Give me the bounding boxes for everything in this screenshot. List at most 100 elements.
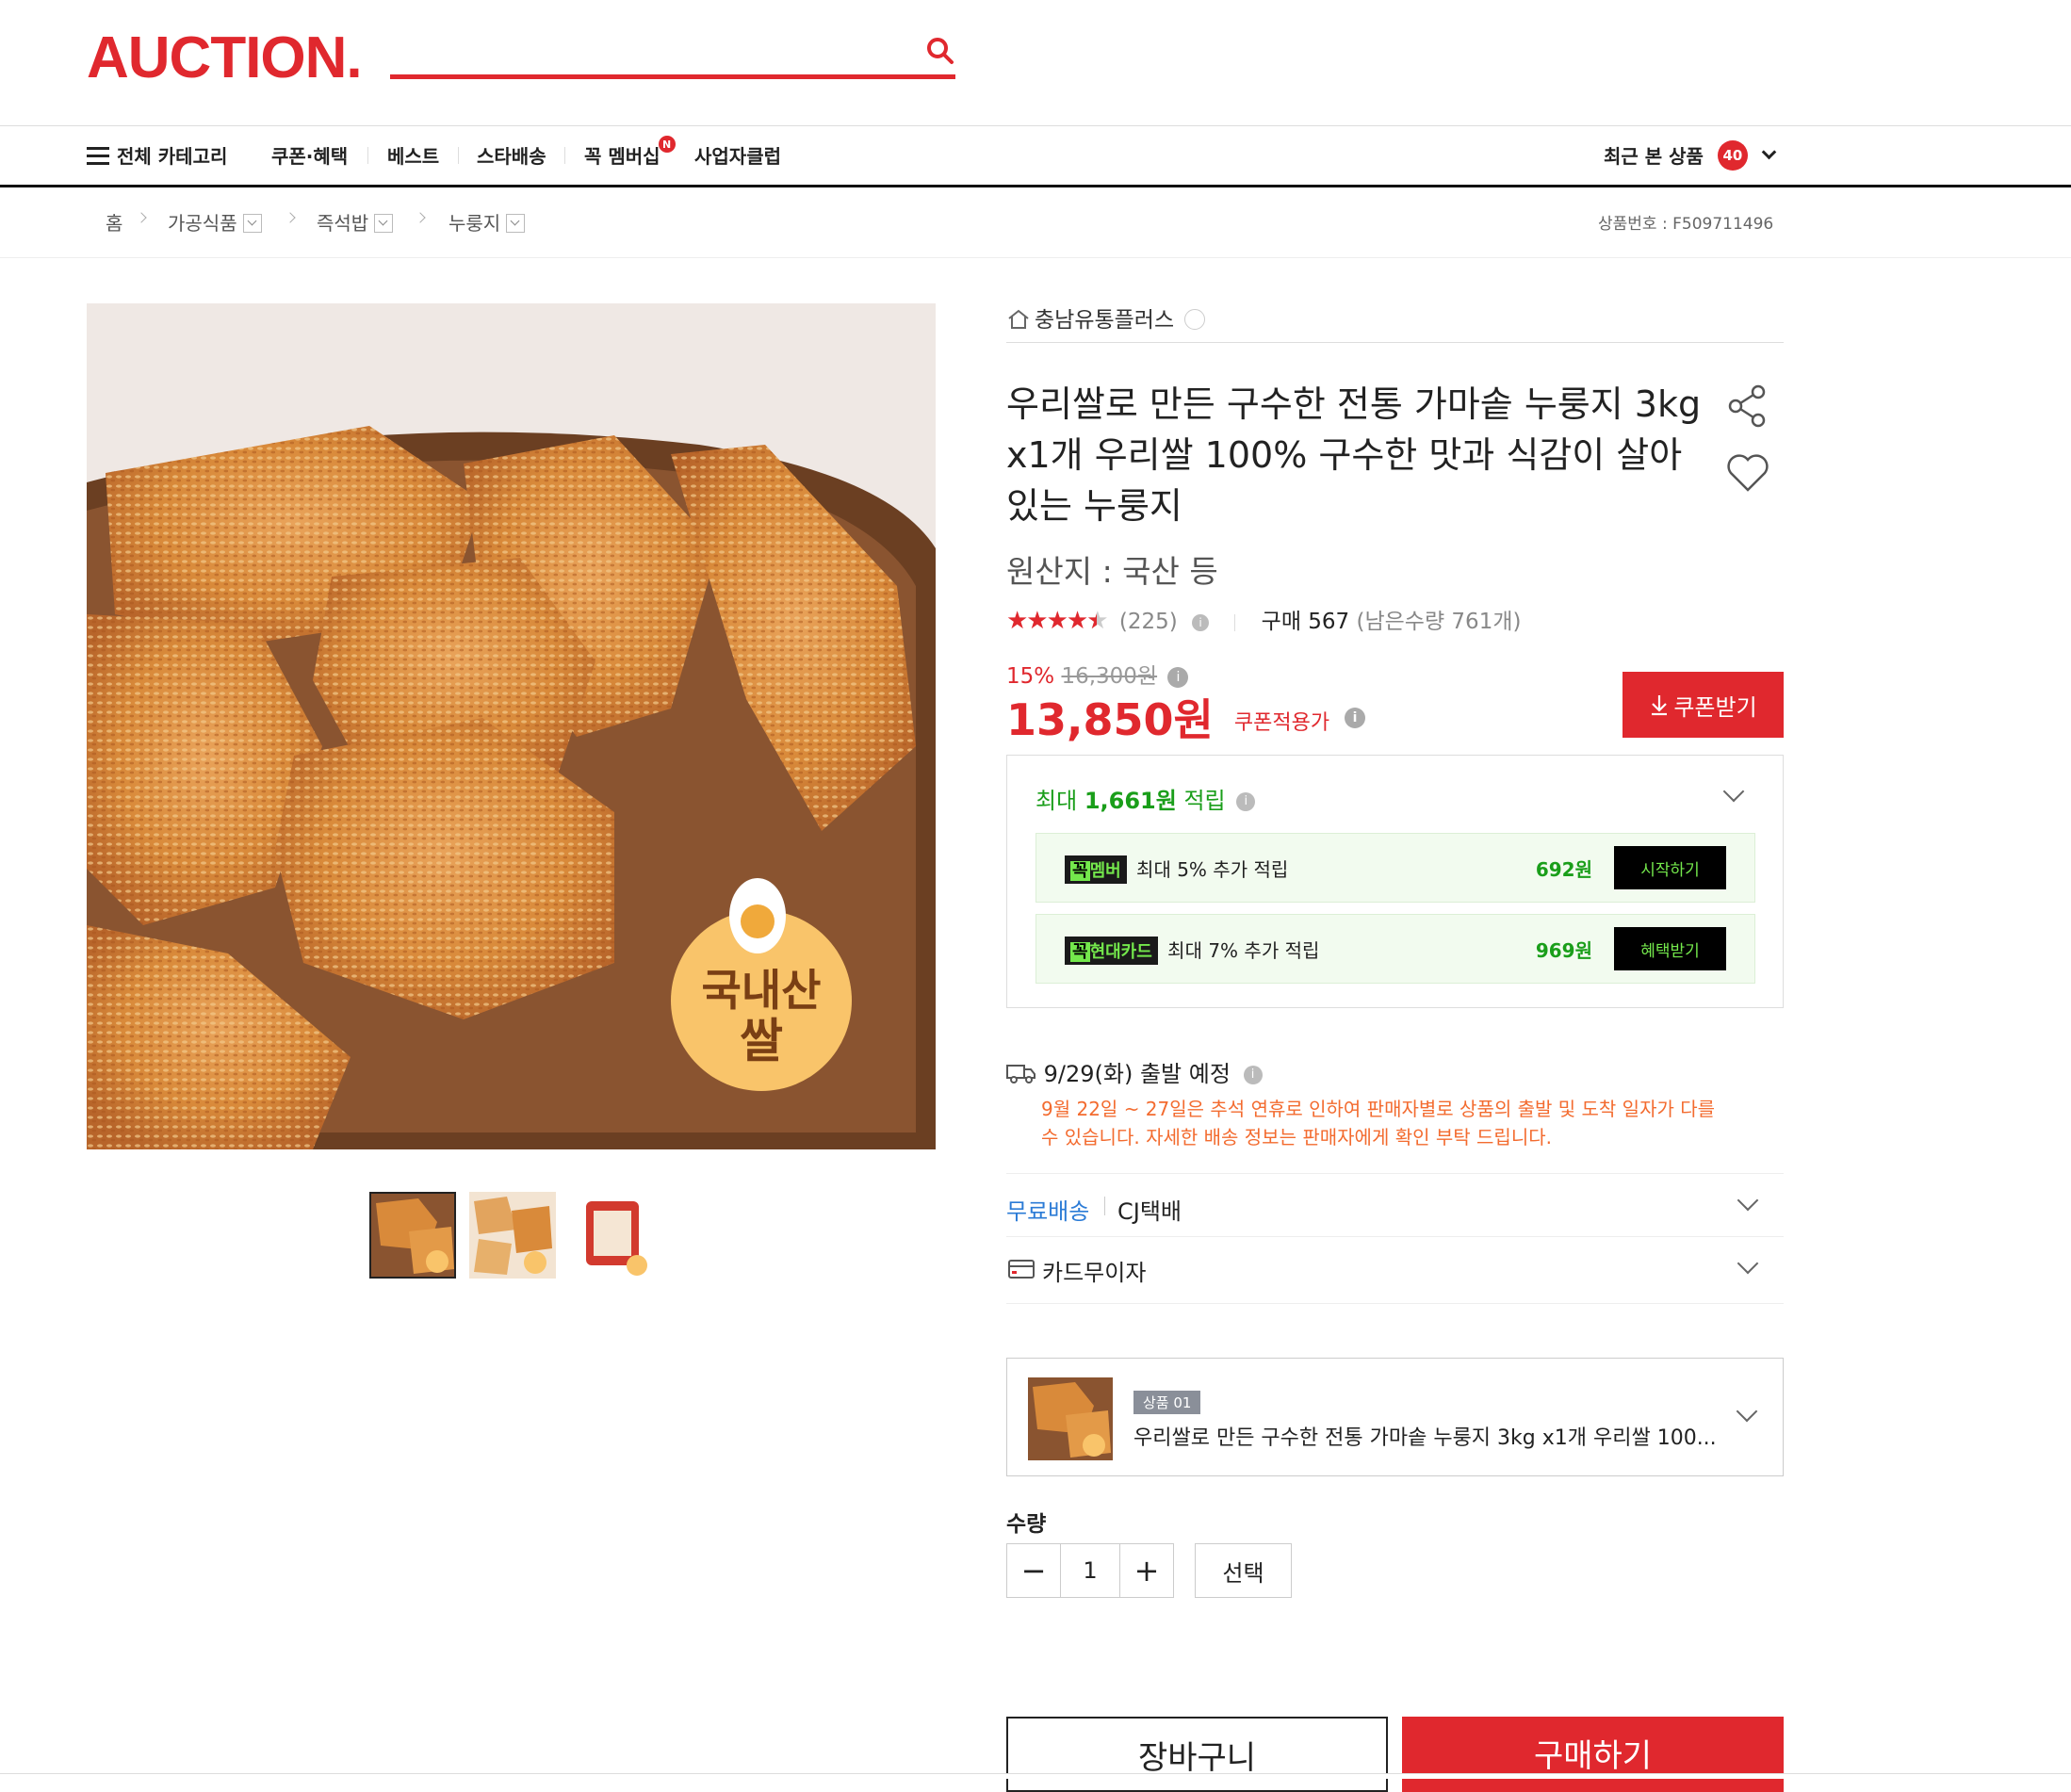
all-category-menu[interactable]: 전체 카테고리: [87, 141, 227, 169]
chevron-right-icon: [1184, 308, 1206, 330]
nav-best[interactable]: 베스트: [387, 141, 439, 169]
chevron-down-icon[interactable]: [1722, 780, 1745, 803]
option-tag: 상품 01: [1133, 1391, 1201, 1414]
recent-products[interactable]: 최근 본 상품 40: [1604, 139, 1777, 173]
thumbnail-3[interactable]: [569, 1192, 656, 1279]
star-rating[interactable]: ★★★★★★: [1006, 607, 1109, 635]
header: AUCTION.: [0, 0, 2071, 125]
max-reward-row[interactable]: 최대 1,661원 적립 i: [1036, 782, 1256, 815]
recent-products-label: 최근 본 상품: [1604, 145, 1704, 168]
benefit-badge: 꼭 멤버: [1065, 855, 1127, 884]
review-count[interactable]: (225): [1119, 610, 1178, 634]
hamburger-icon: [87, 146, 109, 165]
benefit-amount: 969원: [1535, 939, 1592, 962]
quantity-label: 수량: [1006, 1512, 1047, 1537]
start-membership-button[interactable]: 시작하기: [1614, 846, 1726, 889]
thumbnail-1[interactable]: [369, 1192, 456, 1279]
shipping-info-row[interactable]: 무료배송 CJ택배: [1006, 1173, 1784, 1235]
benefit-membership: 꼭 멤버 최대 5% 추가 적립 692원 시작하기: [1036, 833, 1755, 903]
info-icon[interactable]: i: [1192, 613, 1210, 631]
chevron-right-icon: [415, 212, 426, 223]
option-name: 우리쌀로 만든 구수한 전통 가마솥 누룽지 3kg x1개 우리쌀 100..…: [1133, 1426, 1717, 1450]
search-icon[interactable]: [925, 36, 955, 66]
chevron-down-icon: [1736, 1400, 1758, 1423]
card-installment-row[interactable]: 카드무이자: [1006, 1236, 1784, 1304]
chevron-right-icon: [136, 212, 147, 223]
share-icon[interactable]: [1726, 384, 1769, 432]
sale-price-row: 13,850원 쿠폰적용가 i: [1006, 686, 1366, 748]
holiday-notice: 9월 22일 ~ 27일은 추석 연휴로 인하여 판매자별로 상품의 출발 및 …: [1041, 1098, 1716, 1149]
max-label: 최대: [1036, 788, 1078, 814]
global-nav: 전체 카테고리 쿠폰·혜택 베스트 스타배송 꼭 멤버십 N 사업자클럽 최근 …: [0, 125, 2071, 187]
home-icon: [1008, 309, 1029, 329]
new-badge: N: [658, 136, 676, 153]
info-icon[interactable]: i: [1167, 666, 1189, 688]
breadcrumb-label: 가공식품: [168, 212, 237, 235]
carrier-label: CJ택배: [1117, 1198, 1182, 1225]
truck-icon: [1006, 1065, 1036, 1083]
all-category-label: 전체 카테고리: [117, 145, 228, 168]
dropdown-icon[interactable]: [374, 213, 394, 233]
reward-box: 최대 1,661원 적립 i 꼭 멤버 최대 5% 추가 적립 692원 시작하기…: [1006, 755, 1784, 1008]
nav-coupon[interactable]: 쿠폰·혜택: [271, 141, 348, 169]
max-suffix: 적립: [1183, 788, 1226, 814]
quantity-decrease-button[interactable]: −: [1006, 1543, 1061, 1598]
select-button[interactable]: 선택: [1195, 1543, 1292, 1598]
quantity-increase-button[interactable]: +: [1119, 1543, 1174, 1598]
thumbnail-image: [469, 1192, 556, 1279]
download-icon: [1652, 695, 1668, 716]
get-benefit-button[interactable]: 혜택받기: [1614, 927, 1726, 970]
info-icon[interactable]: i: [1236, 792, 1256, 811]
breadcrumb: 홈 가공식품 즉석밥 누룽지 상품번호 : F509711496: [0, 187, 2071, 258]
product-title: 우리쌀로 만든 구수한 전통 가마솥 누룽지 3kg x1개 우리쌀 100% …: [1006, 383, 1702, 527]
breadcrumb-item-instant-rice[interactable]: 즉석밥: [317, 208, 394, 236]
benefit-text: 최대 5% 추가 적립: [1136, 858, 1289, 881]
sale-price: 13,850원: [1006, 694, 1214, 745]
dropdown-icon[interactable]: [506, 213, 526, 233]
add-to-cart-button[interactable]: 장바구니: [1006, 1717, 1388, 1792]
chevron-down-icon[interactable]: [1737, 1252, 1759, 1275]
nav-membership[interactable]: 꼭 멤버십 N: [584, 136, 676, 169]
card-installment-label: 카드무이자: [1042, 1260, 1147, 1286]
discount-row: 15% 16,300원 i: [1006, 658, 1189, 690]
main-product-image: 국내산 쌀: [87, 303, 936, 1149]
seller-link[interactable]: 충남유통플러스: [1006, 301, 1206, 334]
nav-membership-label: 꼭 멤버십: [584, 145, 660, 168]
breadcrumb-label: 즉석밥: [317, 212, 369, 235]
buy-now-button[interactable]: 구매하기: [1402, 1717, 1784, 1792]
product-number: 상품번호 : F509711496: [1598, 215, 1774, 234]
benefit-amount: 692원: [1535, 858, 1592, 881]
quantity-input[interactable]: 1: [1060, 1543, 1120, 1598]
svg-text:쌀: 쌀: [740, 1014, 783, 1068]
max-amount: 1,661원: [1084, 788, 1177, 814]
breadcrumb-item-nurungji[interactable]: 누룽지: [448, 208, 526, 236]
chevron-down-icon: [1761, 144, 1777, 160]
nav-star-delivery[interactable]: 스타배송: [477, 141, 546, 169]
info-icon[interactable]: i: [1243, 1066, 1263, 1084]
shipping-date: 9/29(화) 출발 예정: [1043, 1061, 1231, 1087]
heart-icon[interactable]: [1726, 452, 1769, 497]
info-icon[interactable]: i: [1345, 707, 1366, 728]
coupon-download-button[interactable]: 쿠폰받기: [1623, 672, 1784, 738]
shipping-date-row: 9/29(화) 출발 예정 i: [1006, 1055, 1263, 1088]
thumbnail-2[interactable]: [469, 1192, 556, 1279]
breadcrumb-item-processed-food[interactable]: 가공식품: [168, 208, 262, 236]
search-input[interactable]: [390, 28, 955, 79]
chevron-down-icon[interactable]: [1737, 1189, 1759, 1212]
dropdown-icon[interactable]: [242, 213, 262, 233]
auction-logo[interactable]: AUCTION.: [87, 24, 363, 91]
thumbnail-image: [371, 1194, 454, 1277]
remaining-count: (남은수량 761개): [1356, 610, 1522, 634]
page-bottom-edge: [0, 1773, 2071, 1779]
breadcrumb-label: 누룽지: [448, 212, 501, 235]
coupon-button-label: 쿠폰받기: [1673, 693, 1757, 721]
seller-name: 충남유통플러스: [1035, 308, 1175, 333]
option-select[interactable]: 상품 01 우리쌀로 만든 구수한 전통 가마솥 누룽지 3kg x1개 우리쌀…: [1006, 1358, 1784, 1476]
benefit-text: 최대 7% 추가 적립: [1167, 939, 1320, 962]
coupon-price-label: 쿠폰적용가: [1233, 711, 1330, 735]
chevron-right-icon: [285, 212, 296, 223]
breadcrumb-home[interactable]: 홈: [106, 208, 122, 236]
origin-text: 원산지 : 국산 등: [1006, 553, 1218, 590]
nav-business-club[interactable]: 사업자클럽: [694, 141, 781, 169]
option-thumbnail: [1028, 1377, 1113, 1460]
